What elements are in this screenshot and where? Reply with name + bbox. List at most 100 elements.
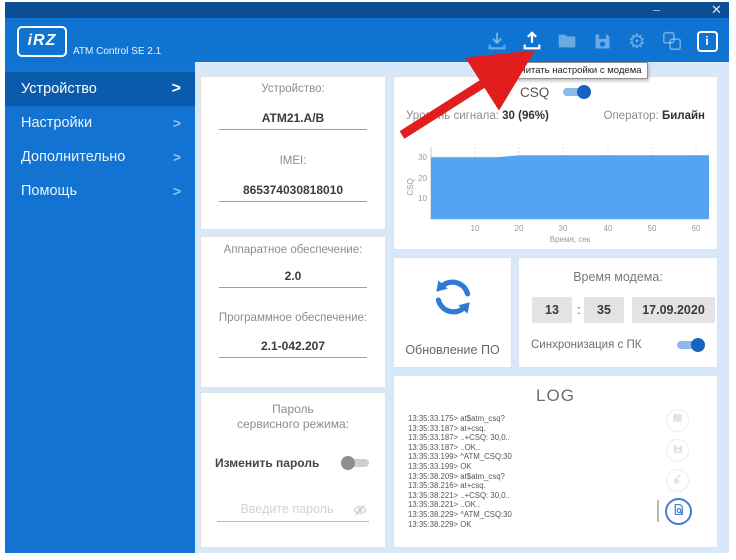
minutes-field[interactable]: 35	[584, 297, 624, 323]
sidebar-item-help[interactable]: Помощь >	[5, 174, 195, 208]
settings-button[interactable]: ⚙	[625, 29, 649, 53]
sidebar-item-device[interactable]: Устройство >	[5, 72, 195, 106]
sidebar-item-label: Настройки	[21, 115, 92, 131]
log-line: 13:35:33.199> ^ATM_CSQ:30	[408, 452, 648, 462]
y-axis-label: CSQ	[406, 178, 415, 195]
about-button[interactable]: i	[695, 29, 719, 53]
log-line: 13:35:33.187> ..OK..	[408, 443, 648, 453]
imei-value: 865374030818010	[201, 183, 385, 197]
log-lines: 13:35:33.175> at$atm_csq? 13:35:33.187> …	[408, 414, 648, 529]
hardware-label: Аппаратное обеспечение:	[201, 244, 385, 256]
divider	[219, 129, 367, 130]
broom-icon	[672, 472, 684, 490]
chevron-right-icon: >	[173, 183, 181, 199]
book-icon	[671, 412, 684, 430]
clear-log-button[interactable]	[666, 469, 689, 492]
svg-text:20: 20	[418, 174, 427, 183]
language-icon	[661, 30, 683, 52]
eye-off-icon[interactable]	[353, 503, 367, 522]
save-icon	[592, 31, 613, 52]
log-line: 13:35:38.221> ..+CSQ: 30,0..	[408, 491, 648, 501]
change-password-label: Изменить пароль	[215, 456, 319, 470]
firmware-update-label: Обновление ПО	[394, 343, 511, 357]
versions-card: Аппаратное обеспечение: 2.0 Программное …	[200, 236, 386, 388]
app-window: – ✕ iRZ ATM Control SE 2.1	[0, 0, 736, 560]
svg-text:50: 50	[648, 224, 657, 233]
toolbar-tooltip: Считать настройки с модема	[508, 62, 648, 79]
hours-field[interactable]: 13	[532, 297, 572, 323]
minimize-button[interactable]: –	[653, 3, 660, 17]
log-line: 13:35:33.187> at+csq.	[408, 424, 648, 434]
svg-text:60: 60	[692, 224, 701, 233]
csq-chart: 10 20 30 10 20 30 40 50 60 Время, сек CS…	[403, 139, 715, 247]
change-password-toggle[interactable]	[341, 456, 371, 470]
operator: Оператор: Билайн	[604, 110, 706, 122]
log-scrollbar[interactable]	[657, 500, 659, 522]
app-title: ATM Control SE 2.1	[73, 46, 161, 57]
csq-card: CSQ Уровень сигнала: 30 (96%) Оператор: …	[393, 76, 718, 250]
device-card: Устройство: ATM21.A/B IMEI: 865374030818…	[200, 76, 386, 230]
device-value: ATM21.A/B	[201, 111, 385, 125]
csq-title: CSQ	[520, 85, 549, 100]
log-line: 13:35:38.216> at+csq.	[408, 481, 648, 491]
log-line: 13:35:33.175> at$atm_csq?	[408, 414, 648, 424]
modem-time-card: Время модема: 13 : 35 17.09.2020 Синхрон…	[518, 257, 718, 368]
open-log-button[interactable]	[666, 409, 689, 432]
csq-toggle[interactable]	[561, 85, 591, 99]
time-separator: :	[577, 297, 581, 323]
chevron-right-icon: >	[173, 115, 181, 131]
toolbar: ⚙ i	[485, 26, 719, 56]
log-line: 13:35:38.209> at$atm_csq?	[408, 472, 648, 482]
chevron-right-icon: >	[172, 80, 181, 98]
open-file-button[interactable]	[555, 29, 579, 53]
software-value: 2.1-042.207	[201, 339, 385, 353]
upload-icon	[521, 30, 543, 52]
csq-area-series	[431, 155, 709, 219]
x-axis-label: Время, сек	[550, 235, 591, 244]
window-titlebar: – ✕	[5, 2, 729, 18]
autoscroll-log-button[interactable]	[665, 498, 692, 525]
sidebar: Устройство > Настройки > Дополнительно >…	[5, 62, 195, 553]
app-header: iRZ ATM Control SE 2.1	[5, 18, 729, 62]
info-icon: i	[697, 31, 718, 52]
save-log-button[interactable]	[666, 439, 689, 462]
sidebar-item-label: Помощь	[21, 183, 77, 199]
folder-icon	[556, 30, 578, 52]
password-underline	[217, 521, 369, 522]
sync-pc-toggle[interactable]	[675, 338, 705, 352]
sidebar-item-label: Дополнительно	[21, 149, 125, 165]
log-line: 13:35:33.199> OK	[408, 462, 648, 472]
gear-icon: ⚙	[628, 30, 646, 52]
read-settings-button[interactable]	[520, 29, 544, 53]
log-line: 13:35:33.187> ..+CSQ: 30,0..	[408, 433, 648, 443]
divider	[219, 357, 367, 358]
document-search-icon	[672, 503, 685, 521]
svg-text:30: 30	[559, 224, 568, 233]
date-field[interactable]: 17.09.2020	[632, 297, 715, 323]
log-title: LOG	[394, 386, 717, 406]
svg-text:20: 20	[515, 224, 524, 233]
close-button[interactable]: ✕	[711, 3, 722, 17]
save-file-button[interactable]	[590, 29, 614, 53]
firmware-update-button[interactable]: Обновление ПО	[393, 257, 512, 368]
signal-level: Уровень сигнала: 30 (96%)	[406, 110, 549, 122]
log-line: 13:35:38.221> ..OK..	[408, 500, 648, 510]
sidebar-item-settings[interactable]: Настройки >	[5, 106, 195, 140]
password-title-line2: сервисного режима:	[201, 417, 385, 431]
software-label: Программное обеспечение:	[201, 312, 385, 324]
svg-text:30: 30	[418, 153, 427, 162]
divider	[219, 287, 367, 288]
log-line: 13:35:38.229> ^ATM_CSQ:30	[408, 510, 648, 520]
svg-text:10: 10	[418, 194, 427, 203]
language-button[interactable]	[660, 29, 684, 53]
hardware-value: 2.0	[201, 269, 385, 283]
write-settings-button[interactable]	[485, 29, 509, 53]
sidebar-item-label: Устройство	[21, 81, 97, 97]
irz-logo: iRZ	[17, 26, 67, 57]
password-card: Пароль сервисного режима: Изменить парол…	[200, 392, 386, 548]
download-icon	[486, 30, 508, 52]
log-card: LOG 13:35:33.175> at$atm_csq? 13:35:33.1…	[393, 375, 718, 548]
refresh-icon	[428, 272, 478, 327]
password-input[interactable]	[219, 501, 355, 517]
sidebar-item-advanced[interactable]: Дополнительно >	[5, 140, 195, 174]
